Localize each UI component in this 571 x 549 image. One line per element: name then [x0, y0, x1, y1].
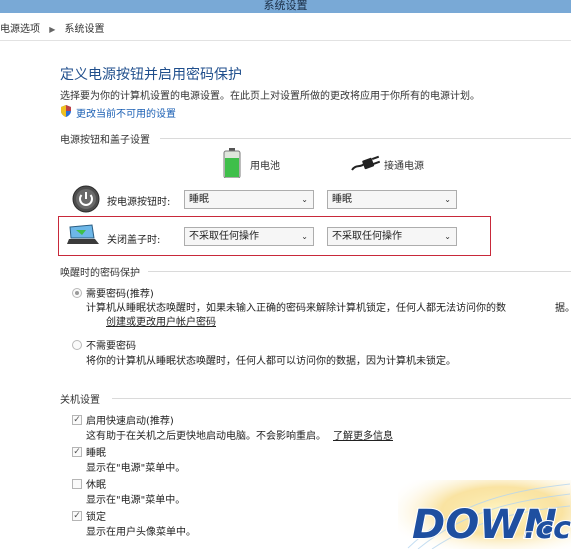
shutdown-section-title: 关机设置: [60, 395, 100, 406]
down-cc-watermark-logo: DOWN .cc: [398, 480, 571, 549]
chevron-down-icon: ⌄: [444, 232, 451, 241]
breadcrumb-item-power-options[interactable]: 电源选项: [0, 19, 40, 41]
lid-close-plugged-value: 不采取任何操作: [332, 231, 402, 242]
no-password-radio[interactable]: [72, 340, 82, 350]
password-section-title: 唤醒时的密码保护: [60, 268, 140, 279]
lock-checkbox[interactable]: ✓: [72, 511, 82, 521]
lock-description: 显示在用户头像菜单中。: [86, 527, 196, 538]
sleep-label: 睡眠: [86, 448, 106, 459]
power-plug-icon: [351, 155, 380, 171]
create-change-password-link[interactable]: 创建或更改用户帐户密码: [106, 313, 216, 328]
divider: [148, 271, 571, 272]
power-button-plugged-select[interactable]: 睡眠 ⌄: [327, 190, 457, 209]
learn-more-link[interactable]: 了解更多信息: [333, 427, 393, 442]
require-password-description: 计算机从睡眠状态唤醒时，如果未输入正确的密码来解除计算机锁定，任何人都无法访问你…: [86, 303, 506, 314]
chevron-down-icon: ⌄: [444, 195, 451, 204]
breadcrumb: 电源选项 ▶ 系统设置: [0, 19, 571, 41]
lid-close-plugged-select[interactable]: 不采取任何操作 ⌄: [327, 227, 457, 246]
lid-close-label: 关闭盖子时:: [107, 235, 161, 246]
require-password-radio[interactable]: [72, 288, 82, 298]
fast-startup-label: 启用快速启动(推荐): [86, 416, 174, 427]
chevron-down-icon: ⌄: [301, 195, 308, 204]
hibernate-description: 显示在"电源"菜单中。: [86, 495, 186, 506]
no-password-description: 将你的计算机从睡眠状态唤醒时，任何人都可以访问你的数据，因为计算机未锁定。: [86, 356, 456, 367]
divider: [112, 398, 571, 399]
require-password-description-end: 据。: [555, 303, 571, 314]
change-unavailable-settings-link[interactable]: 更改当前不可用的设置: [76, 105, 176, 120]
power-button-plugged-value: 睡眠: [332, 194, 352, 205]
window-title: 系统设置: [0, 0, 571, 13]
power-button-battery-value: 睡眠: [189, 194, 209, 205]
sleep-checkbox[interactable]: ✓: [72, 447, 82, 457]
breadcrumb-separator-icon: ▶: [49, 25, 56, 34]
sleep-description: 显示在"电源"菜单中。: [86, 463, 186, 474]
laptop-lid-icon: [67, 224, 99, 244]
hibernate-checkbox[interactable]: [72, 479, 82, 489]
lid-close-battery-select[interactable]: 不采取任何操作 ⌄: [184, 227, 314, 246]
power-button-battery-select[interactable]: 睡眠 ⌄: [184, 190, 314, 209]
battery-icon: [223, 148, 241, 178]
power-button-icon: [72, 185, 100, 213]
breadcrumb-item-system-settings: 系统设置: [64, 24, 105, 35]
power-section-title: 电源按钮和盖子设置: [60, 135, 150, 146]
fast-startup-description: 这有助于在关机之后更快地启动电脑。不会影响重启。: [86, 431, 326, 442]
fast-startup-checkbox[interactable]: ✓: [72, 415, 82, 425]
divider: [160, 138, 571, 139]
no-password-label: 不需要密码: [86, 341, 136, 352]
hibernate-label: 休眠: [86, 480, 106, 491]
page-description: 选择要为你的计算机设置的电源设置。在此页上对设置所做的更改将应用于你所有的电源计…: [60, 91, 480, 102]
lid-close-battery-value: 不采取任何操作: [189, 231, 259, 242]
lock-label: 锁定: [86, 512, 106, 523]
require-password-label: 需要密码(推荐): [86, 289, 154, 300]
chevron-down-icon: ⌄: [301, 232, 308, 241]
page-title: 定义电源按钮并启用密码保护: [60, 67, 242, 83]
battery-column-label: 用电池: [250, 161, 280, 172]
power-button-label: 按电源按钮时:: [107, 197, 171, 208]
plugged-in-column-label: 接通电源: [384, 161, 424, 172]
svg-text:.cc: .cc: [524, 511, 571, 546]
uac-shield-icon: [61, 105, 71, 117]
